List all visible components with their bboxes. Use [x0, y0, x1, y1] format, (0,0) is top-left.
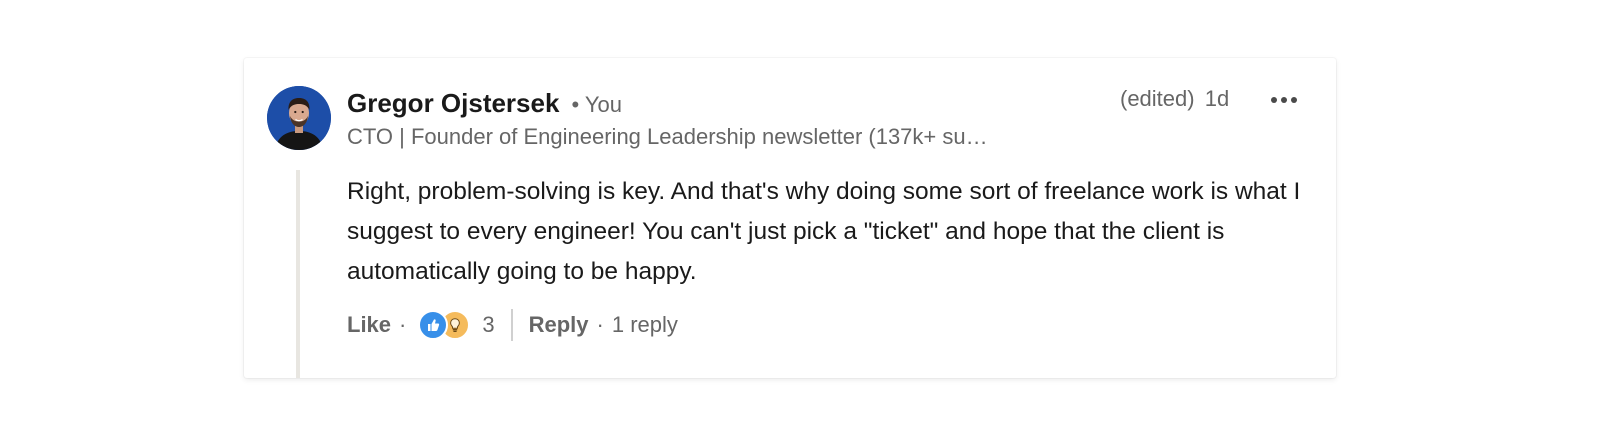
author-row: Gregor Ojstersek • You — [347, 88, 622, 119]
more-options-button[interactable] — [1266, 86, 1302, 114]
reaction-count: 3 — [482, 312, 495, 337]
reply-count-link[interactable]: 1 reply — [612, 312, 678, 338]
comment-age: 1d — [1204, 86, 1230, 111]
separator-dot: · — [399, 312, 407, 337]
comment-actions: Like · 3 Reply · 1 reply — [347, 308, 678, 342]
avatar-photo — [267, 86, 331, 150]
ellipsis-icon — [1271, 97, 1297, 103]
thread-line — [296, 170, 300, 378]
author-relation-badge: • You — [571, 92, 622, 117]
action-divider — [510, 309, 513, 341]
reactions-summary[interactable]: 3 — [418, 310, 495, 340]
reply-button[interactable]: Reply — [529, 312, 589, 338]
author-name[interactable]: Gregor Ojstersek — [347, 88, 559, 119]
separator-dot: · — [596, 312, 604, 337]
like-button[interactable]: Like — [347, 312, 391, 338]
edited-label: (edited) — [1120, 86, 1195, 111]
comment-meta: (edited) 1d — [1120, 86, 1229, 112]
author-headline: CTO | Founder of Engineering Leadership … — [347, 124, 988, 149]
comment-text: Right, problem-solving is key. And that'… — [347, 178, 1301, 285]
avatar[interactable] — [267, 86, 331, 150]
comment-card: Gregor Ojstersek • You CTO | Founder of … — [244, 58, 1336, 378]
